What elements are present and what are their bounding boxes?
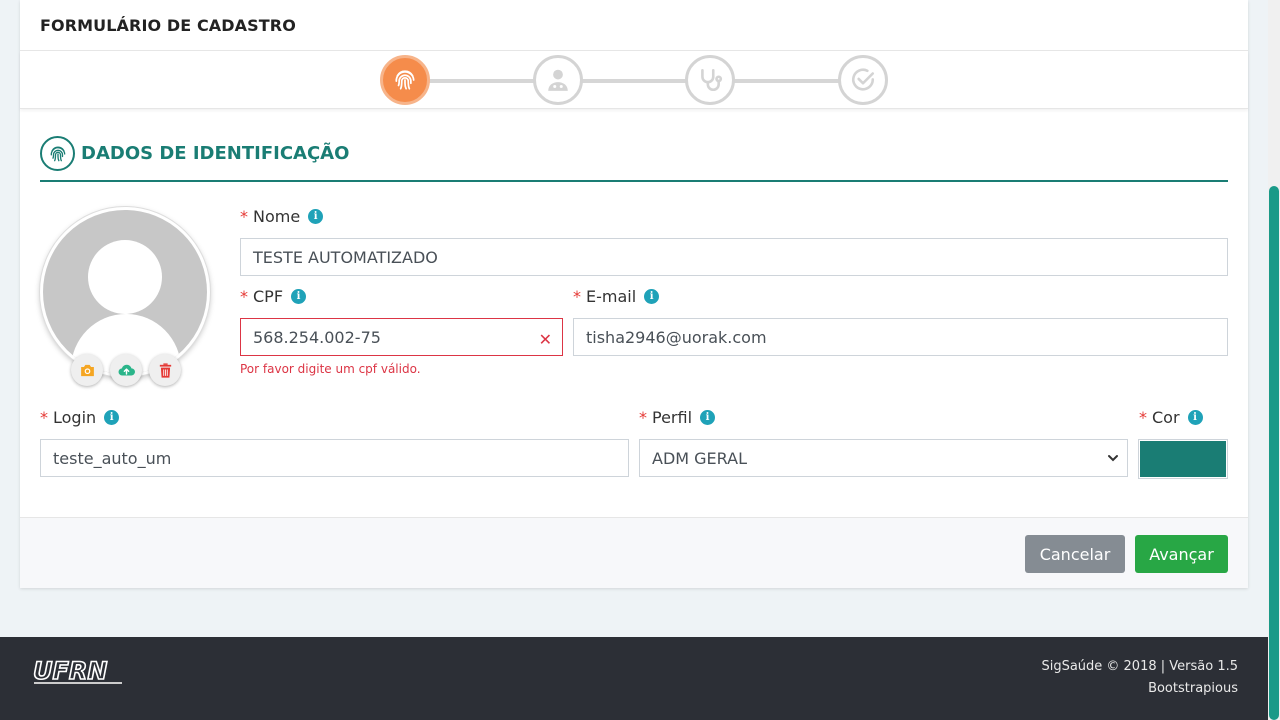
nome-input[interactable]: TESTE AUTOMATIZADO [240,238,1228,276]
camera-button[interactable] [71,354,103,386]
email-label-text: E-mail [586,287,637,306]
perfil-label: * Perfil i [639,408,716,427]
user-doctor-icon [548,69,568,91]
form-stepper [20,51,1248,109]
login-label: * Login i [40,408,120,427]
step-professional[interactable] [533,55,583,105]
required-mark: * [573,287,581,306]
section-header: DADOS DE IDENTIFICAÇÃO [40,136,1228,182]
login-input[interactable]: teste_auto_um [40,439,629,477]
cancel-button[interactable]: Cancelar [1025,535,1125,573]
step-confirmation[interactable] [838,55,888,105]
login-value: teste_auto_um [53,448,172,468]
cpf-value: 568.254.002-75 [253,327,381,347]
nome-value: TESTE AUTOMATIZADO [253,247,438,267]
email-input[interactable]: tisha2946@uorak.com [573,318,1228,356]
section-title: DADOS DE IDENTIFICAÇÃO [81,143,350,164]
cpf-input[interactable]: 568.254.002-75 ✕ [240,318,563,356]
stethoscope-icon [701,68,723,91]
registration-form-card: FORMULÁRIO DE CADASTRO DADOS DE IDENTIFI… [20,0,1248,588]
page-footer: UFRN SigSaúde © 2018 | Versão 1.5 Bootst… [0,637,1268,720]
page-title: FORMULÁRIO DE CADASTRO [40,16,296,35]
cpf-error-message: Por favor digite um cpf válido. [240,362,421,376]
avatar [40,207,210,377]
info-icon[interactable]: i [1187,410,1203,425]
step-health[interactable] [685,55,735,105]
cor-label: * Cor i [1139,408,1203,427]
delete-photo-button[interactable] [149,354,181,386]
ufrn-logo-text: UFRN [33,657,107,685]
stepper-line [425,79,883,83]
cloud-upload-icon [118,364,135,375]
cpf-label-text: CPF [253,287,284,306]
nome-label: * Nome i [240,207,324,226]
chevron-down-icon [1108,455,1118,462]
step-identification[interactable] [380,55,430,105]
camera-icon [80,364,94,376]
color-swatch-fill [1140,441,1226,477]
email-value: tisha2946@uorak.com [586,327,767,347]
required-mark: * [1139,408,1147,427]
next-button[interactable]: Avançar [1135,535,1228,573]
credit-text: Bootstrapious [1148,681,1238,696]
fingerprint-icon [40,136,75,171]
nome-label-text: Nome [253,207,301,226]
version-text: SigSaúde © 2018 | Versão 1.5 [1041,659,1238,674]
perfil-select[interactable]: ADM GERAL [639,439,1128,477]
ufrn-logo: UFRN [32,657,122,686]
info-icon[interactable]: i [700,410,716,425]
info-icon[interactable]: i [291,289,307,304]
required-mark: * [240,287,248,306]
cpf-label: * CPF i [240,287,307,306]
avatar-head [88,240,162,314]
perfil-label-text: Perfil [652,408,693,427]
email-label: * E-mail i [573,287,660,306]
info-icon[interactable]: i [308,209,324,224]
color-picker[interactable] [1138,439,1228,479]
scrollbar[interactable] [1268,0,1280,720]
required-mark: * [639,408,647,427]
perfil-value: ADM GERAL [652,448,747,468]
fingerprint-icon [395,70,415,90]
scrollbar-thumb[interactable] [1269,186,1279,720]
cor-label-text: Cor [1152,408,1180,427]
info-icon[interactable]: i [644,289,660,304]
trash-icon [159,362,171,378]
form-actions: Cancelar Avançar [20,517,1248,588]
check-circle-icon [851,68,875,91]
required-mark: * [240,207,248,226]
info-icon[interactable]: i [104,410,120,425]
upload-button[interactable] [110,354,142,386]
login-label-text: Login [53,408,97,427]
invalid-x-icon: ✕ [538,330,552,349]
card-header: FORMULÁRIO DE CADASTRO [20,0,1248,51]
required-mark: * [40,408,48,427]
